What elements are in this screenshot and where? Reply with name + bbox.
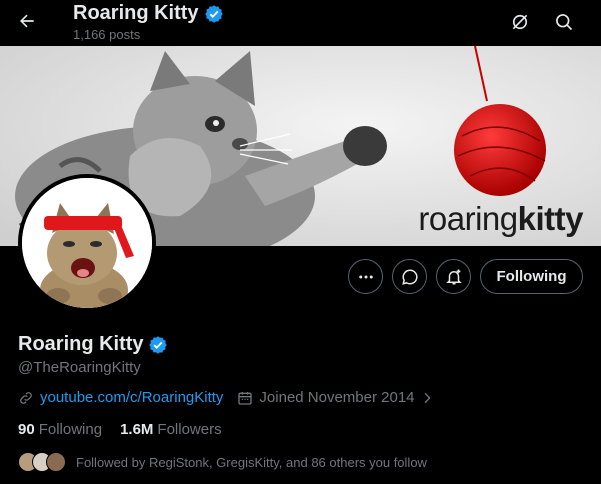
- followed-by-text: Followed by RegiStonk, GregisKitty, and …: [76, 454, 427, 470]
- verified-badge-icon[interactable]: [148, 335, 168, 355]
- more-icon: [358, 275, 373, 278]
- posts-count: 1,166 posts: [73, 27, 141, 42]
- profile-avatar[interactable]: [18, 174, 156, 312]
- message-icon: [401, 268, 418, 285]
- mini-avatar: [46, 452, 66, 472]
- calendar-icon: [238, 391, 253, 405]
- grok-icon: [512, 14, 528, 30]
- followed-by-row[interactable]: Followed by RegiStonk, GregisKitty, and …: [18, 452, 427, 472]
- profile-display-name-wrap: Roaring Kitty: [18, 333, 168, 356]
- website-link[interactable]: youtube.com/c/RoaringKitty: [40, 389, 223, 406]
- followed-by-avatars: [18, 452, 68, 472]
- more-button[interactable]: [348, 259, 383, 294]
- back-button[interactable]: [10, 4, 44, 38]
- back-arrow-icon: [20, 14, 34, 28]
- following-count-link[interactable]: 90 Following: [18, 421, 102, 438]
- profile-handle: @TheRoaringKitty: [18, 359, 141, 376]
- top-bar: Roaring Kitty 1,166 posts: [0, 0, 601, 46]
- follow-counts: 90 Following 1.6M Followers: [18, 421, 240, 438]
- following-button[interactable]: Following: [480, 259, 583, 294]
- notify-button[interactable]: [436, 259, 471, 294]
- message-button[interactable]: [392, 259, 427, 294]
- notify-bell-icon: [445, 269, 462, 284]
- avatar-kitten-headband-image: [22, 178, 152, 308]
- banner-logo-text: roaringkitty: [418, 200, 583, 237]
- followers-count-link[interactable]: 1.6M Followers: [120, 421, 222, 438]
- header-title: Roaring Kitty: [73, 2, 199, 24]
- link-icon: [20, 391, 32, 404]
- profile-display-name: Roaring Kitty: [18, 333, 144, 355]
- joined-date: Joined November 2014: [259, 389, 415, 406]
- chevron-right-icon[interactable]: [419, 390, 435, 406]
- search-icon: [556, 14, 573, 31]
- search-button[interactable]: [547, 5, 581, 39]
- header-title-wrap: Roaring Kitty: [73, 2, 224, 25]
- grok-button[interactable]: [503, 5, 537, 39]
- verified-badge-icon: [204, 4, 223, 23]
- profile-meta-row: youtube.com/c/RoaringKitty Joined Novemb…: [18, 389, 435, 406]
